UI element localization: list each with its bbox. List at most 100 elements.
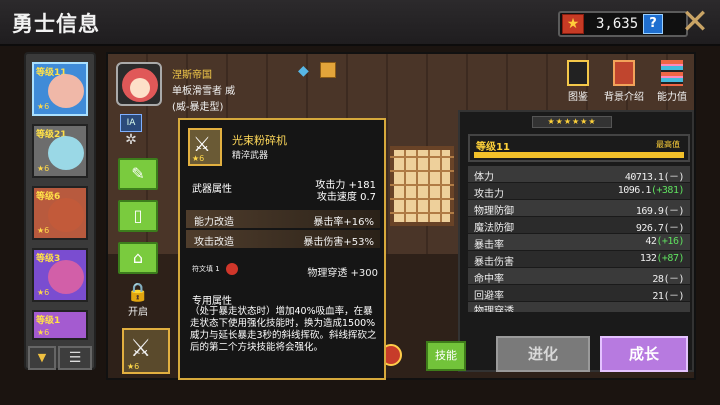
hero-card[interactable]: 等级11 ★6 [32, 62, 88, 116]
hero-card[interactable]: 等级3 ★6 [32, 248, 88, 302]
hero-faction: 涅斯帝国 [172, 70, 212, 81]
stat-key: 物理穿透 [474, 306, 514, 312]
stat-value: 40713.1(－) [624, 172, 685, 183]
stat-row: 暴击率 42(+16) [468, 234, 690, 251]
hero-portrait [116, 62, 162, 106]
book-icon [613, 60, 635, 86]
star-rating: ★★★★★★ [532, 116, 612, 128]
grow-button[interactable]: 成长 [600, 336, 688, 372]
weapon-attr-heading: 武器属性 [192, 184, 232, 195]
stat-row: 命中率 28(－) [468, 268, 690, 285]
exclusive-heading: 专用属性 [192, 296, 232, 307]
stat-key: 体力 [474, 172, 494, 183]
rune-label: 符文填 1 [192, 265, 220, 273]
help-button[interactable]: ? [643, 14, 663, 34]
band-value: 暴击伤害+53% [303, 237, 374, 248]
stat-key: 命中率 [474, 274, 504, 285]
ia-button[interactable]: IA [120, 114, 142, 132]
hero-card-level: 等级1 [36, 316, 61, 326]
weapon-attr-values: 攻击力 +181 攻击速度 0.7 [315, 180, 376, 203]
compass-icon[interactable]: ✲ [122, 132, 140, 150]
rune-value: 物理穿透 +300 [307, 268, 378, 279]
chat-button[interactable]: ✎ [118, 158, 158, 190]
stat-value: 28(－) [652, 274, 684, 285]
tab-background[interactable]: 背景介绍 [602, 60, 646, 108]
stat-key: 回避率 [474, 291, 504, 302]
level-bar: 等级11 最高值 [468, 134, 690, 162]
weapon-icon: ⚔ [130, 334, 152, 362]
hero-card-stars: ★6 [37, 164, 50, 173]
hero-avatar [48, 198, 84, 232]
page-title: 勇士信息 [12, 12, 100, 36]
stat-value: 21(－) [652, 291, 684, 302]
weapon-slot-stars: ★6 [127, 362, 140, 371]
weapon-icon: ⚔ ★6 [188, 128, 222, 166]
weapon-slot[interactable]: ⚔ ★6 [122, 328, 170, 374]
stat-row: 体力 40713.1(－) [468, 166, 690, 183]
stat-row: 魔法防御 926.7(－) [468, 217, 690, 234]
stat-key: 暴击率 [474, 240, 504, 251]
lock-label: 开启 [128, 307, 148, 318]
skill-button[interactable]: 技能 [426, 341, 466, 371]
lock-slot[interactable]: 🔒 开启 [118, 282, 158, 322]
level-label: 等级11 [476, 142, 510, 153]
element-icon: ◆ [298, 63, 309, 79]
stat-key: 物理防御 [474, 206, 514, 217]
hero-card-stars: ★6 [37, 102, 50, 111]
trophy-icon: ★ [562, 14, 584, 34]
stat-value: 1096.1(+381) [617, 185, 685, 196]
weapon-name: 光束粉碎机 [232, 134, 287, 147]
window-bars [390, 146, 454, 226]
hero-avatar [48, 260, 84, 294]
ability-mod-band: 能力改造 暴击率+16% [186, 210, 380, 228]
band-key: 攻击改造 [194, 237, 234, 248]
lock-icon: 🔒 [126, 282, 150, 303]
hero-card-stars: ★6 [37, 328, 50, 337]
stat-key: 攻击力 [474, 189, 504, 200]
stat-value: 169.9(－) [635, 206, 685, 217]
hero-style: (威-暴走型) [172, 102, 224, 113]
stat-row: 物理穿透 [468, 302, 690, 312]
tab-stats[interactable]: 能力值 [650, 60, 694, 108]
tooltip-stars: ★6 [192, 154, 205, 163]
costume-button[interactable]: ⌂ [118, 242, 158, 274]
hero-card-stars: ★6 [37, 226, 50, 235]
hero-card[interactable]: 等级6 ★6 [32, 186, 88, 240]
stat-row: 攻击力 1096.1(+381) [468, 183, 690, 200]
cards-button[interactable]: ▯ [118, 200, 158, 232]
currency-value: 3,635 [596, 16, 639, 32]
stats-icon [661, 60, 683, 86]
tab-gallery[interactable]: 图鉴 [556, 60, 600, 108]
tab-stats-label: 能力值 [657, 92, 687, 103]
hero-name: 单板滑雪者 威 [172, 86, 236, 97]
scroll-icon[interactable] [320, 62, 336, 78]
tab-background-label: 背景介绍 [604, 92, 644, 103]
band-value: 暴击率+16% [313, 217, 374, 228]
stat-row: 物理防御 169.9(－) [468, 200, 690, 217]
currency-display: ★ 3,635 ? [558, 11, 688, 37]
stat-key: 魔法防御 [474, 223, 514, 234]
exclusive-description: （处于暴走状态时）增加40%吸血率，在暴走状态下使用强化技能时，换为造成1500… [190, 306, 377, 353]
stat-value: 926.7(－) [635, 223, 685, 234]
hero-avatar [48, 136, 84, 170]
hero-card[interactable]: 等级1 ★6 [32, 310, 88, 340]
weapon-subtitle: 精淬武器 [232, 151, 269, 161]
hero-card-stars: ★6 [37, 288, 50, 297]
hero-list: 等级11 ★6 等级21 ★6 等级6 ★6 等级3 ★6 等级1 ★6 [24, 52, 96, 370]
stat-value: 132(+87) [639, 253, 685, 264]
hero-card[interactable]: 等级21 ★6 [32, 124, 88, 178]
level-max-label: 最高值 [656, 140, 680, 149]
level-progress-fill [474, 152, 684, 158]
close-button[interactable]: ✕ [678, 5, 712, 40]
stat-value: 42(+16) [645, 236, 684, 247]
rune-icon [226, 263, 238, 275]
list-menu-icon[interactable]: ☰ [58, 346, 92, 370]
attack-mod-band: 攻击改造 暴击伤害+53% [186, 230, 380, 248]
stat-row: 暴击伤害 132(+87) [468, 251, 690, 268]
rune-slot: 符文填 1 物理穿透 +300 [190, 260, 384, 282]
evolve-button[interactable]: 进化 [496, 336, 590, 372]
band-key: 能力改造 [194, 217, 234, 228]
stat-key: 暴击伤害 [474, 257, 514, 268]
chevron-down-icon[interactable]: ▼ [28, 346, 56, 370]
hero-avatar [48, 74, 84, 108]
